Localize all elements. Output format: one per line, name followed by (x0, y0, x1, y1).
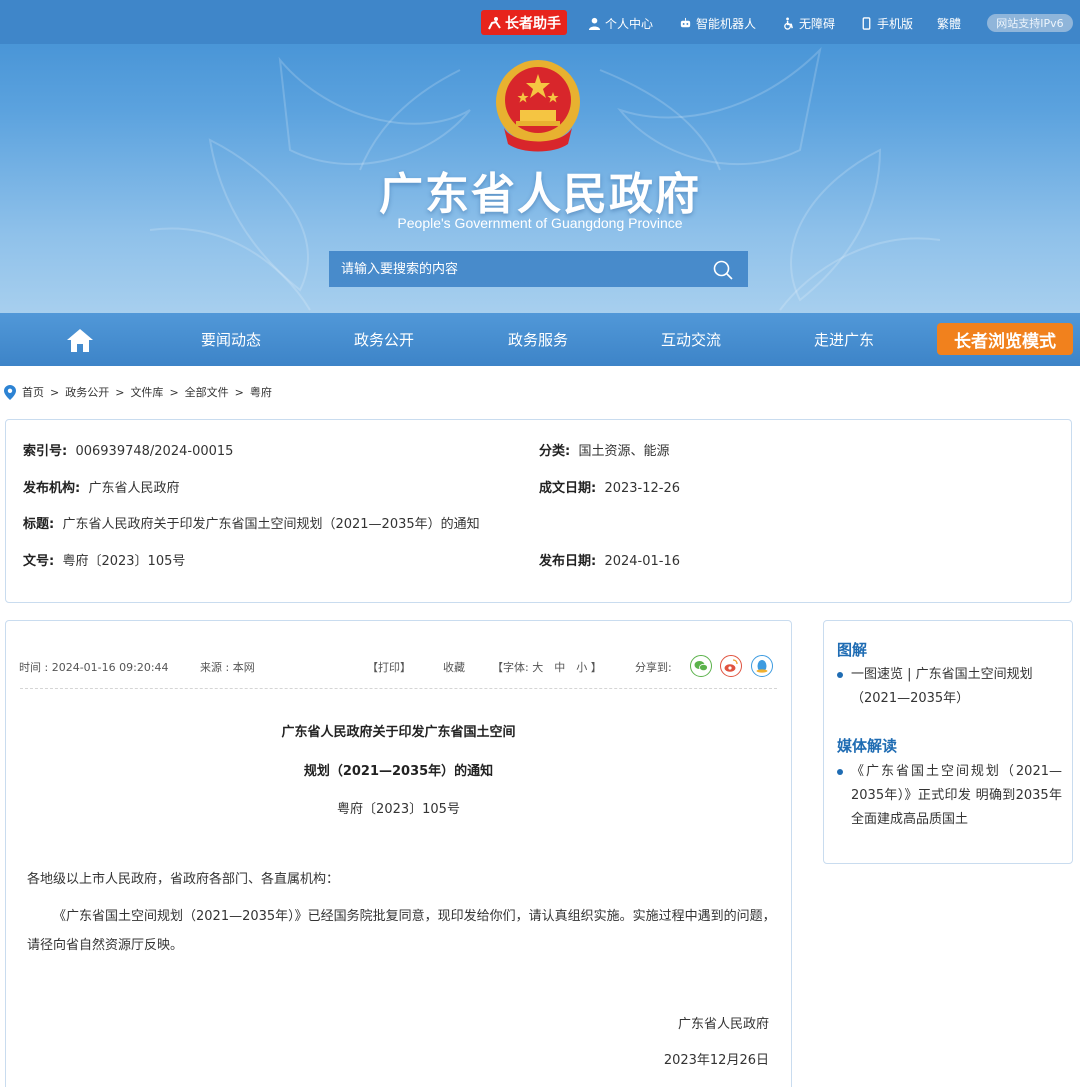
elder-helper-button[interactable]: 长者助手 (481, 10, 567, 35)
meta-written-date-label: 成文日期: (539, 481, 597, 496)
robot-label: 智能机器人 (696, 16, 757, 31)
elder-helper-label: 长者助手 (505, 15, 561, 32)
wechat-icon (694, 661, 708, 672)
meta-category-label: 分类: (539, 444, 571, 459)
breadcrumb-separator: > (50, 385, 60, 399)
meta-publisher-value: 广东省人民政府 (88, 481, 180, 496)
media-interpretation-link[interactable]: 《广东省国土空间规划（2021—2035年）》正式印发 明确到2035年全面建成… (837, 760, 1062, 832)
meta-doc-number: 文号: 粤府〔2023〕105号 (23, 550, 185, 569)
bullet-icon (837, 672, 843, 678)
article-title-line-1: 广东省人民政府关于印发广东省国土空间 (281, 725, 516, 740)
article-doc-number: 粤府〔2023〕105号 (337, 802, 460, 817)
meta-title-label: 标题: (23, 517, 55, 532)
meta-category: 分类: 国土资源、能源 (539, 440, 669, 459)
article-body: 《广东省国土空间规划（2021—2035年）》已经国务院批复同意，现印发给你们，… (27, 909, 776, 953)
breadcrumb-current[interactable]: 粤府 (250, 384, 272, 400)
breadcrumb-separator: > (234, 385, 244, 399)
print-button[interactable]: 【打印】 (367, 659, 411, 675)
bullet-icon (837, 769, 843, 775)
traditional-chinese-label: 繁體 (937, 16, 962, 31)
article-divider (20, 688, 777, 689)
site-title: 广东省人民政府 (379, 169, 701, 220)
article-signature: 广东省人民政府 (677, 1017, 769, 1032)
wheelchair-icon (784, 16, 793, 30)
media-heading: 媒体解读 (837, 737, 898, 755)
meta-title-value: 广东省人民政府关于印发广东省国土空间规划（2021—2035年）的通知 (62, 517, 480, 532)
personal-center-link[interactable]: 个人中心 (588, 13, 653, 33)
mobile-phone-icon (862, 16, 871, 30)
meta-doc-number-value: 粤府〔2023〕105号 (62, 554, 186, 569)
home-icon[interactable] (66, 327, 94, 353)
article-time: 时间 : 2024-01-16 09:20:44 (19, 661, 169, 674)
qq-icon (756, 660, 768, 673)
meta-index: 索引号: 006939748/2024-00015 (23, 440, 233, 459)
accessibility-label: 无障碍 (799, 16, 836, 31)
article-panel: 时间 : 2024-01-16 09:20:44 来源 : 本网 【打印】 收藏… (5, 620, 792, 1087)
meta-category-value: 国土资源、能源 (578, 444, 670, 459)
meta-publish-date-value: 2024-01-16 (604, 554, 681, 569)
location-pin-icon (4, 384, 16, 400)
share-wechat-icon[interactable] (690, 655, 712, 677)
nav-item-gov-affairs-open[interactable]: 政务公开 (354, 329, 414, 350)
meta-written-date-value: 2023-12-26 (604, 481, 681, 496)
breadcrumb-all-files[interactable]: 全部文件 (185, 384, 229, 400)
meta-doc-number-label: 文号: (23, 554, 55, 569)
site-subtitle: People's Government of Guangdong Provinc… (397, 215, 683, 231)
article-date: 2023年12月26日 (663, 1053, 769, 1068)
personal-center-label: 个人中心 (605, 16, 654, 31)
elder-mode-label: 长者浏览模式 (954, 331, 1056, 352)
national-emblem-icon (496, 60, 580, 152)
meta-publisher-label: 发布机构: (23, 481, 81, 496)
ipv6-label: 网站支持IPv6 (996, 17, 1064, 30)
nav-item-news[interactable]: 要闻动态 (201, 329, 261, 350)
breadcrumb-separator: > (115, 385, 125, 399)
traditional-chinese-link[interactable]: 繁體 (937, 13, 961, 33)
article-source: 来源 : 本网 (200, 661, 255, 674)
nav-item-interaction[interactable]: 互动交流 (661, 329, 721, 350)
document-metadata-panel: 索引号: 006939748/2024-00015 分类: 国土资源、能源 发布… (5, 419, 1072, 603)
breadcrumb-separator: > (169, 385, 179, 399)
accessibility-link[interactable]: 无障碍 (782, 13, 835, 33)
related-sidebar: 图解 一图速览 | 广东省国土空间规划（2021—2035年） 媒体解读 《广东… (823, 620, 1073, 864)
mobile-label: 手机版 (877, 16, 914, 31)
font-size-control[interactable]: 【字体: 大 中 小 】 (492, 659, 602, 675)
meta-title: 标题: 广东省人民政府关于印发广东省国土空间规划（2021—2035年）的通知 (23, 513, 480, 532)
ipv6-badge: 网站支持IPv6 (987, 14, 1073, 32)
infographic-link[interactable]: 一图速览 | 广东省国土空间规划（2021—2035年） (837, 663, 1062, 711)
breadcrumb: 首页 > 政务公开 > 文件库 > 全部文件 > 粤府 (4, 384, 272, 400)
media-link-text: 《广东省国土空间规划（2021—2035年）》正式印发 明确到2035年全面建成… (851, 764, 1062, 827)
main-navigation: 要闻动态 政务公开 政务服务 互动交流 走进广东 (0, 313, 1080, 366)
meta-publish-date: 发布日期: 2024-01-16 (539, 550, 680, 569)
meta-written-date: 成文日期: 2023-12-26 (539, 477, 680, 496)
search-box (329, 251, 748, 287)
infographic-link-text: 一图速览 | 广东省国土空间规划（2021—2035年） (851, 667, 1033, 706)
breadcrumb-gov-affairs[interactable]: 政务公开 (65, 384, 109, 400)
elder-browsing-mode-button[interactable]: 长者浏览模式 (937, 323, 1073, 355)
elder-person-icon (488, 16, 501, 29)
meta-publisher: 发布机构: 广东省人民政府 (23, 477, 179, 496)
user-icon (588, 17, 601, 30)
article-title-line-2: 规划（2021—2035年）的通知 (303, 764, 494, 779)
share-label: 分享到: (635, 661, 672, 674)
infographic-heading: 图解 (837, 641, 868, 659)
nav-item-about-guangdong[interactable]: 走进广东 (814, 329, 874, 350)
weibo-icon (724, 659, 738, 672)
article-salutation: 各地级以上市人民政府，省政府各部门、各直属机构： (27, 872, 340, 887)
site-header: 长者助手 个人中心 智能机器人 无障碍 手机版 繁體 网站支持IPv6 广东省人… (0, 0, 1080, 313)
breadcrumb-home[interactable]: 首页 (22, 384, 44, 400)
share-weibo-icon[interactable] (720, 655, 742, 677)
nav-item-gov-services[interactable]: 政务服务 (508, 329, 568, 350)
favorite-button[interactable]: 收藏 (443, 659, 465, 675)
meta-index-value: 006939748/2024-00015 (75, 444, 234, 459)
search-icon[interactable] (712, 259, 734, 281)
robot-link[interactable]: 智能机器人 (679, 13, 756, 33)
meta-publish-date-label: 发布日期: (539, 554, 597, 569)
meta-index-label: 索引号: (23, 444, 68, 459)
breadcrumb-file-library[interactable]: 文件库 (130, 384, 163, 400)
search-input[interactable] (329, 251, 699, 287)
share-qq-icon[interactable] (751, 655, 773, 677)
robot-icon (680, 17, 691, 27)
mobile-link[interactable]: 手机版 (860, 13, 913, 33)
